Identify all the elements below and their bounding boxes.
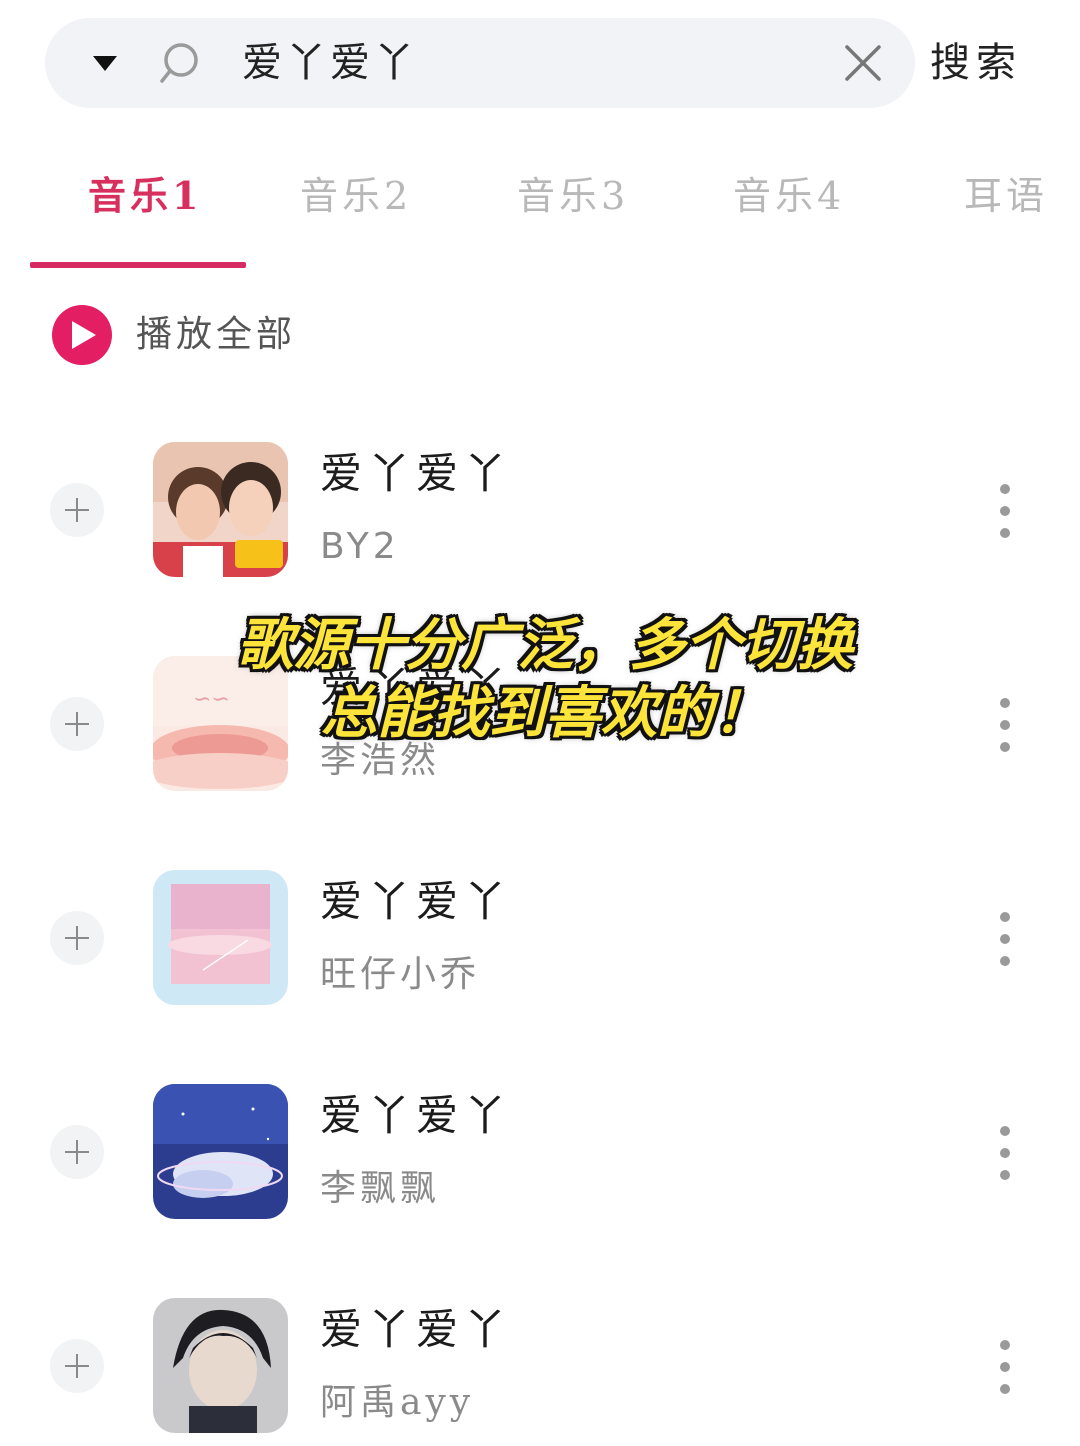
- song-title: 爱丫爱丫: [320, 449, 513, 498]
- tab-whisper[interactable]: 耳语: [964, 170, 1048, 222]
- song-artist: BY2: [320, 526, 400, 567]
- tab-indicator: [30, 262, 246, 268]
- album-cover: [153, 1298, 288, 1433]
- play-all-button[interactable]: 播放全部: [52, 305, 352, 367]
- song-artist: 李飘飘: [320, 1168, 441, 1209]
- album-cover: [153, 1084, 288, 1219]
- caption-line-1: 歌源十分广泛，多个切换: [237, 613, 853, 678]
- song-row[interactable]: 爱丫爱丫 阿禹ayy: [0, 1296, 1080, 1446]
- song-row[interactable]: 爱丫爱丫 李飘飘: [0, 1082, 1080, 1232]
- plus-icon[interactable]: [50, 483, 104, 537]
- tab-music-1[interactable]: 音乐1: [88, 170, 202, 222]
- more-vertical-icon[interactable]: [996, 698, 1014, 754]
- more-vertical-icon[interactable]: [996, 912, 1014, 968]
- plus-icon[interactable]: [50, 911, 104, 965]
- caption-line-2: 总能找到喜欢的！: [321, 681, 769, 746]
- song-title: 爱丫爱丫: [320, 877, 513, 926]
- play-all-label: 播放全部: [136, 314, 297, 355]
- overlay-caption: 歌源十分广泛，多个切换 总能找到喜欢的！: [190, 612, 900, 748]
- tab-music-2[interactable]: 音乐2: [300, 170, 412, 222]
- tab-music-4[interactable]: 音乐4: [733, 170, 845, 222]
- plus-icon[interactable]: [50, 1125, 104, 1179]
- more-vertical-icon[interactable]: [996, 1126, 1014, 1182]
- plus-icon[interactable]: [50, 1339, 104, 1393]
- close-icon[interactable]: [843, 43, 883, 83]
- album-cover: [153, 442, 288, 577]
- album-cover: [153, 870, 288, 1005]
- search-icon: [160, 43, 198, 83]
- chevron-down-icon[interactable]: [93, 56, 117, 71]
- song-row[interactable]: 爱丫爱丫 旺仔小乔: [0, 868, 1080, 1018]
- song-artist: 旺仔小乔: [320, 954, 481, 995]
- song-title: 爱丫爱丫: [320, 1091, 513, 1140]
- plus-icon[interactable]: [50, 697, 104, 751]
- song-artist: 阿禹ayy: [320, 1382, 475, 1423]
- search-input[interactable]: 爱丫爱丫: [242, 36, 418, 90]
- song-row[interactable]: 爱丫爱丫 BY2: [0, 440, 1080, 590]
- tab-music-3[interactable]: 音乐3: [517, 170, 629, 222]
- more-vertical-icon[interactable]: [996, 484, 1014, 540]
- search-button[interactable]: 搜索: [930, 36, 1022, 90]
- more-vertical-icon[interactable]: [996, 1340, 1014, 1396]
- play-icon: [52, 305, 112, 365]
- song-title: 爱丫爱丫: [320, 1305, 513, 1354]
